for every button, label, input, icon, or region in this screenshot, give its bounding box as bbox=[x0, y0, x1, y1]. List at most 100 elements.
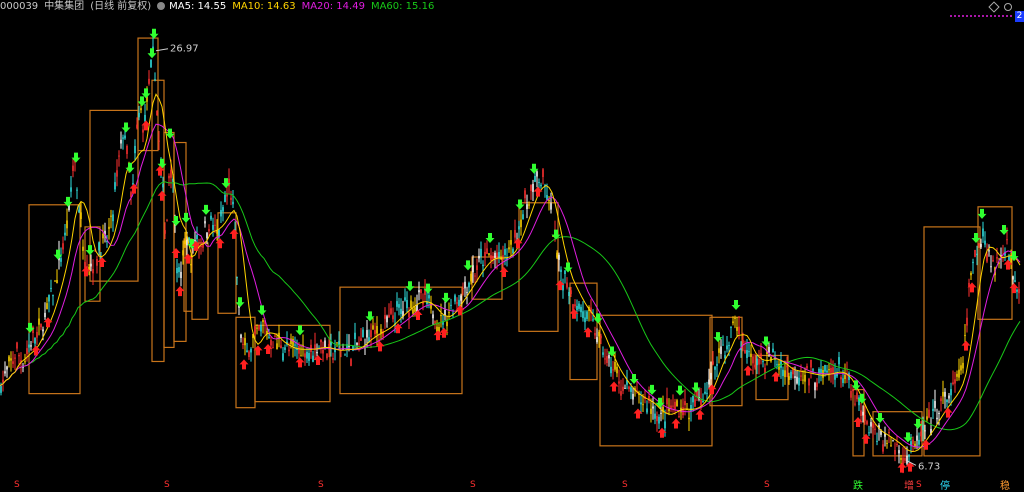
candle-body bbox=[250, 348, 252, 353]
sell-arrow-icon bbox=[875, 412, 885, 423]
candle-body bbox=[448, 312, 450, 314]
candle-body bbox=[384, 315, 386, 319]
candle-body bbox=[546, 195, 548, 200]
candle-body bbox=[476, 265, 478, 270]
buy-arrow-icon bbox=[695, 409, 705, 420]
candle-body bbox=[80, 212, 82, 220]
candle-body bbox=[560, 269, 562, 272]
candle-body bbox=[50, 287, 52, 289]
candle-body bbox=[886, 442, 888, 444]
candle-body bbox=[722, 344, 724, 346]
candle-body bbox=[990, 266, 992, 268]
candle-body bbox=[900, 458, 902, 460]
candle-body bbox=[742, 339, 744, 344]
candle-body bbox=[874, 428, 876, 430]
candle-body bbox=[246, 350, 248, 352]
candle-body bbox=[102, 233, 104, 239]
candle-body bbox=[150, 59, 152, 68]
candle-body bbox=[628, 386, 630, 390]
sell-arrow-icon bbox=[675, 385, 685, 396]
candle-body bbox=[148, 78, 150, 84]
candle-body bbox=[550, 203, 552, 210]
buy-arrow-icon bbox=[961, 340, 971, 351]
candle-body bbox=[320, 339, 322, 343]
candle-body bbox=[978, 244, 980, 246]
candle-body bbox=[4, 371, 6, 374]
candle-body bbox=[166, 220, 168, 222]
candle-body bbox=[40, 323, 42, 328]
candle-body bbox=[920, 431, 922, 437]
candlestick-chart[interactable]: 26.97 6.73 bbox=[0, 0, 1024, 492]
candle-body bbox=[158, 140, 160, 142]
candle-body bbox=[10, 358, 12, 361]
buy-arrow-icon bbox=[229, 228, 239, 239]
candle-body bbox=[950, 389, 952, 396]
candle-body bbox=[206, 232, 208, 239]
candle-body bbox=[178, 267, 180, 273]
candle-body bbox=[692, 395, 694, 403]
candle-body bbox=[540, 184, 542, 187]
candle-body bbox=[484, 251, 486, 257]
candle-body bbox=[916, 435, 918, 441]
candle-body bbox=[82, 246, 84, 251]
candle-body bbox=[184, 240, 186, 244]
candle-body bbox=[408, 312, 410, 318]
candle-body bbox=[798, 377, 800, 386]
bottom-signal-label: S bbox=[318, 480, 324, 490]
candle-body bbox=[834, 374, 836, 380]
candle-body bbox=[676, 400, 678, 407]
candle-body bbox=[864, 415, 866, 421]
sell-arrow-icon bbox=[405, 281, 415, 292]
candle-body bbox=[204, 221, 206, 224]
candle-body bbox=[736, 327, 738, 331]
candle-body bbox=[124, 135, 126, 139]
candle-body bbox=[34, 338, 36, 344]
candle-body bbox=[938, 413, 940, 415]
candle-body bbox=[48, 294, 50, 302]
candle-body bbox=[678, 416, 680, 418]
bottom-signal-label: 跌 bbox=[853, 481, 863, 492]
candle-body bbox=[748, 351, 750, 353]
candle-body bbox=[488, 253, 490, 255]
candle-body bbox=[974, 249, 976, 257]
candle-body bbox=[116, 170, 118, 177]
candle-body bbox=[8, 356, 10, 362]
candle-body bbox=[856, 392, 858, 400]
candle-body bbox=[514, 229, 516, 238]
candle-body bbox=[494, 252, 496, 258]
candle-body bbox=[780, 360, 782, 368]
buy-arrow-icon bbox=[239, 359, 249, 370]
candle-body bbox=[464, 281, 466, 289]
candle-body bbox=[220, 210, 222, 217]
candle-body bbox=[156, 110, 158, 116]
candle-body bbox=[486, 248, 488, 254]
candle-body bbox=[788, 376, 790, 380]
candle-body bbox=[898, 450, 900, 454]
candle-body bbox=[362, 329, 364, 338]
candle-body bbox=[756, 358, 758, 366]
candle-body bbox=[418, 290, 420, 293]
candle-body bbox=[650, 408, 652, 414]
candle-body bbox=[854, 403, 856, 405]
buy-arrow-icon bbox=[921, 439, 931, 450]
bottom-signal-label: 停 bbox=[940, 481, 950, 492]
candle-body bbox=[236, 277, 238, 279]
candle-body bbox=[466, 292, 468, 294]
candle-body bbox=[580, 306, 582, 313]
candle-body bbox=[794, 376, 796, 378]
candle-body bbox=[574, 304, 576, 307]
candle-body bbox=[768, 347, 770, 353]
candle-body bbox=[724, 355, 726, 359]
candle-body bbox=[712, 361, 714, 365]
candle-body bbox=[2, 379, 4, 383]
candle-body bbox=[812, 369, 814, 371]
candle-body bbox=[162, 184, 164, 188]
candle-body bbox=[244, 338, 246, 346]
candle-body bbox=[528, 204, 530, 206]
candle-body bbox=[962, 362, 964, 369]
candle-body bbox=[140, 108, 142, 111]
sell-arrow-icon bbox=[257, 305, 267, 316]
candle-body bbox=[338, 341, 340, 346]
candle-body bbox=[844, 375, 846, 380]
candle-body bbox=[802, 379, 804, 381]
